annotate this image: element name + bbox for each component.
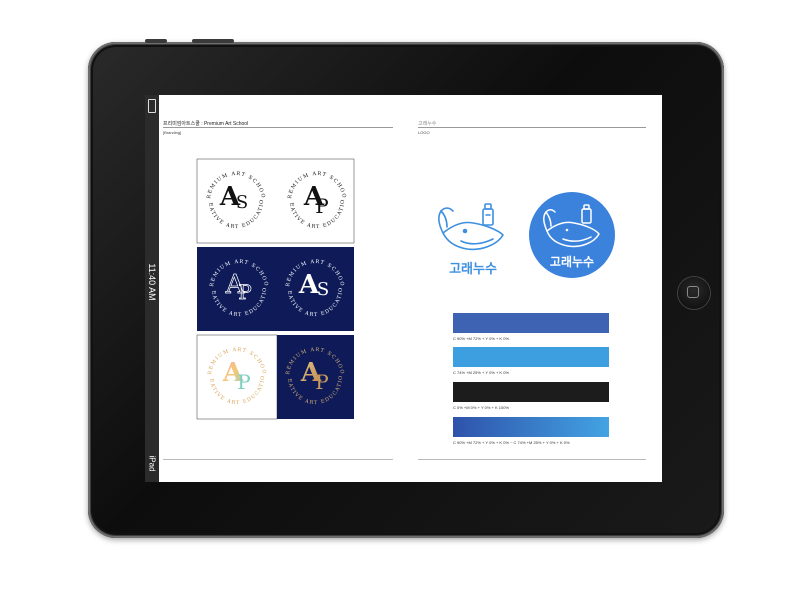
svg-text:P: P [315, 370, 328, 394]
volume-button [145, 39, 167, 43]
svg-text:P: P [237, 370, 250, 394]
ipad-screen: 11:40 AM iPad 프리미엄아트스쿨 : Premium Art Sch… [145, 95, 662, 482]
home-square-icon [687, 286, 699, 298]
status-bar: 11:40 AM iPad [145, 95, 159, 482]
wordmark-line-logo: 고래누수 [449, 262, 497, 277]
status-time: 11:40 AM [147, 263, 157, 301]
branding-logo-grid: PREMIUM ART SCHOOL CREATIVE ART EDUCATIO… [196, 158, 355, 420]
document-page-left: 프리미엄아트스쿨 : Premium Art School [Branding]… [159, 95, 396, 482]
wordmark-badge-logo: 고래누수 [550, 254, 594, 269]
footer-divider-right [418, 459, 646, 460]
footer-divider [163, 459, 393, 460]
document-page-right: 고래누수 LOGO 고래누수 고래누수 C 90% +M 72% + Y 0% … [401, 95, 662, 482]
home-button[interactable] [678, 277, 710, 309]
svg-text:S: S [317, 279, 329, 300]
swatch-label: C 0% +M 0% + Y 0% + K 100% [453, 405, 509, 410]
color-swatch-sky [453, 347, 609, 367]
whale-logo-line [438, 203, 504, 251]
svg-text:P: P [238, 280, 251, 304]
device-label: iPad [147, 455, 157, 472]
whale-logo-area: 고래누수 고래누수 [438, 192, 615, 278]
power-button [192, 39, 234, 43]
color-swatch-blue [453, 313, 609, 333]
svg-text:S: S [236, 192, 248, 213]
swatch-label: C 90% +M 72% + Y 0% + K 0% ~ C 74% +M 25… [453, 440, 570, 445]
color-swatch-black [453, 382, 609, 402]
svg-text:P: P [315, 194, 328, 218]
color-swatch-gradient [453, 417, 609, 437]
logo-tile-navy [197, 247, 354, 331]
swatch-label: C 90% +M 72% + Y 0% + K 0% [453, 336, 509, 341]
battery-icon [148, 99, 156, 113]
swatch-label: C 74% +M 25% + Y 0% + K 0% [453, 370, 509, 375]
